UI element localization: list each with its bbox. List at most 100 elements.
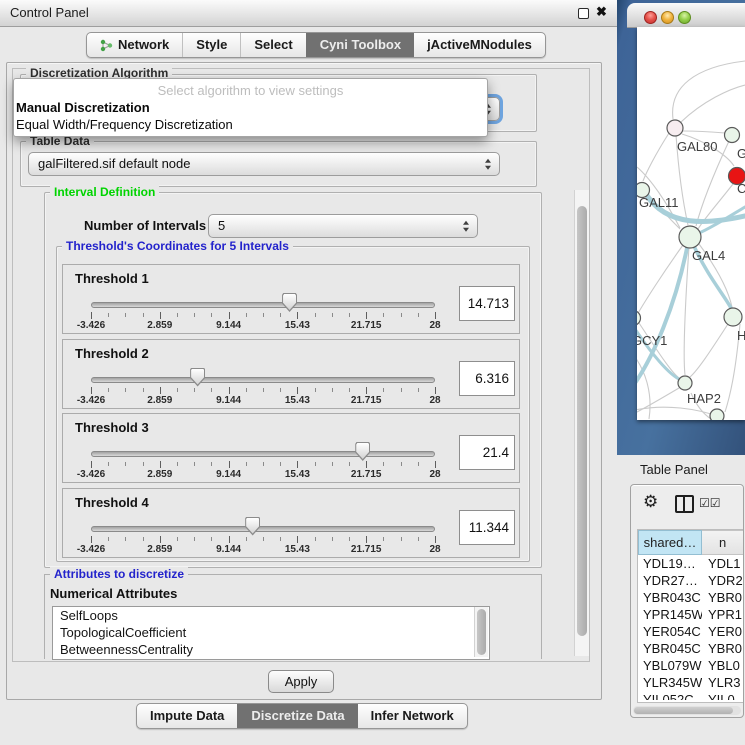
- slider-track[interactable]: [91, 377, 435, 383]
- tab-style[interactable]: Style: [182, 33, 240, 57]
- table-row[interactable]: YDR27…YDR2: [638, 572, 744, 589]
- tick-mark: [349, 462, 350, 466]
- list-item[interactable]: SelfLoops: [53, 607, 489, 624]
- table-row[interactable]: YER054CYER0: [638, 623, 744, 640]
- tab-jactivemnodules[interactable]: jActiveMNodules: [414, 33, 545, 57]
- node-table: shared… n YDL19…YDL1YDR27…YDR2YBR043CYBR…: [637, 529, 744, 703]
- network-node-G[interactable]: [725, 128, 740, 143]
- table-row[interactable]: YBL079WYBL0: [638, 657, 744, 674]
- gear-icon[interactable]: ⚙: [643, 493, 658, 510]
- threshold-value-field[interactable]: 11.344: [459, 510, 515, 545]
- minimize-traffic-light-icon[interactable]: [661, 11, 674, 24]
- tick-mark: [229, 536, 230, 543]
- tick-mark: [315, 537, 316, 541]
- tab-label: Impute Data: [150, 704, 224, 728]
- threshold-value-field[interactable]: 14.713: [459, 286, 515, 321]
- table-row[interactable]: YPR145WYPR1: [638, 606, 744, 623]
- network-edge[interactable]: [681, 85, 745, 122]
- tab-infer-network[interactable]: Infer Network: [358, 704, 467, 728]
- table-row[interactable]: YDL19…YDL1: [638, 555, 744, 572]
- slider-ticks: [91, 312, 435, 320]
- tab-cyni-toolbox[interactable]: Cyni Toolbox: [306, 33, 414, 57]
- tab-select[interactable]: Select: [240, 33, 305, 57]
- number-of-intervals-combobox[interactable]: 5: [208, 214, 478, 238]
- tick-mark: [160, 461, 161, 468]
- tick-mark: [143, 313, 144, 317]
- dropdown-option-equal-width[interactable]: Equal Width/Frequency Discretization: [16, 117, 233, 132]
- scrollbar-thumb[interactable]: [634, 707, 733, 714]
- network-node-GCY1[interactable]: [637, 311, 641, 326]
- main-vertical-scrollbar[interactable]: [574, 190, 589, 656]
- window-title: Control Panel: [10, 5, 89, 20]
- node-label: GCY1: [637, 333, 667, 348]
- scrollbar-thumb[interactable]: [477, 609, 486, 655]
- tick-mark: [366, 387, 367, 394]
- network-node-unlabeled[interactable]: [710, 409, 724, 420]
- slider-thumb[interactable]: [282, 293, 297, 312]
- network-node-GAL80[interactable]: [667, 120, 683, 136]
- dropdown-option-manual[interactable]: Manual Discretization: [16, 100, 150, 115]
- network-edge[interactable]: [643, 133, 669, 181]
- scrollbar-thumb[interactable]: [577, 206, 587, 636]
- cell-name: YBR0: [702, 589, 744, 606]
- slider-ticks: [91, 461, 435, 469]
- close-icon[interactable]: ✖: [596, 4, 607, 20]
- checkbox-columns-icon[interactable]: ☑☑: [699, 496, 721, 510]
- column-header-name[interactable]: n: [702, 530, 744, 555]
- tick-mark: [435, 387, 436, 394]
- network-edge[interactable]: [690, 324, 728, 377]
- zoom-traffic-light-icon[interactable]: [678, 11, 691, 24]
- close-traffic-light-icon[interactable]: [644, 11, 657, 24]
- network-edge[interactable]: [637, 388, 679, 413]
- tab-discretize-data[interactable]: Discretize Data: [237, 704, 357, 728]
- network-graph[interactable]: GAL80GCGAL11GAL4GCY1HHAP2: [637, 27, 745, 420]
- tick-mark: [229, 312, 230, 319]
- cell-name: YBL0: [702, 657, 744, 674]
- cell-shared-name: YDL19…: [638, 555, 702, 572]
- tick-mark: [349, 388, 350, 392]
- network-window-titlebar[interactable]: [627, 3, 745, 28]
- slider-track[interactable]: [91, 451, 435, 457]
- float-window-icon[interactable]: [578, 8, 589, 19]
- network-canvas[interactable]: GAL80GCGAL11GAL4GCY1HHAP2: [637, 27, 745, 420]
- tick-mark: [401, 313, 402, 317]
- threshold-value-field[interactable]: 6.316: [459, 361, 515, 396]
- tab-impute-data[interactable]: Impute Data: [137, 704, 237, 728]
- tick-mark: [280, 313, 281, 317]
- threshold-value-field[interactable]: 21.4: [459, 435, 515, 470]
- table-row[interactable]: YLR345WYLR3: [638, 674, 744, 691]
- column-header-shared-name[interactable]: shared…: [638, 530, 702, 555]
- slider-track[interactable]: [91, 526, 435, 532]
- list-item[interactable]: BetweennessCentrality: [53, 641, 489, 658]
- network-node-GAL4[interactable]: [679, 226, 701, 248]
- slider-thumb[interactable]: [190, 368, 205, 387]
- tick-label: 2.859: [147, 544, 172, 555]
- network-edge[interactable]: [637, 245, 683, 315]
- table-row[interactable]: YBR043CYBR0: [638, 589, 744, 606]
- table-data-combobox[interactable]: galFiltered.sif default node: [28, 152, 500, 176]
- slider-thumb[interactable]: [245, 517, 260, 536]
- cyni-bottom-tabbar: Impute Data Discretize Data Infer Networ…: [136, 703, 468, 729]
- network-node-HAP2[interactable]: [678, 376, 692, 390]
- tick-label: 28: [429, 544, 440, 555]
- network-edge[interactable]: [683, 131, 725, 133]
- network-node-H[interactable]: [724, 308, 742, 326]
- tick-mark: [332, 313, 333, 317]
- slider-thumb[interactable]: [355, 442, 370, 461]
- split-view-icon[interactable]: [675, 495, 694, 513]
- tick-mark: [194, 313, 195, 317]
- apply-button[interactable]: Apply: [268, 670, 334, 693]
- tick-mark: [143, 462, 144, 466]
- table-row[interactable]: YIL052CYIL0: [638, 691, 744, 700]
- table-horizontal-scrollbar[interactable]: [633, 706, 741, 715]
- network-edge[interactable]: [673, 61, 745, 119]
- table-row[interactable]: YBR045CYBR0: [638, 640, 744, 657]
- slider-track[interactable]: [91, 302, 435, 308]
- tick-label: 15.43: [285, 320, 310, 331]
- tab-network[interactable]: Network: [87, 33, 182, 57]
- numerical-attributes-list[interactable]: SelfLoopsTopologicalCoefficientBetweenne…: [52, 606, 490, 660]
- attributes-list-scrollbar[interactable]: [474, 607, 488, 657]
- list-item[interactable]: TopologicalCoefficient: [53, 624, 489, 641]
- tick-mark: [332, 537, 333, 541]
- tick-mark: [418, 537, 419, 541]
